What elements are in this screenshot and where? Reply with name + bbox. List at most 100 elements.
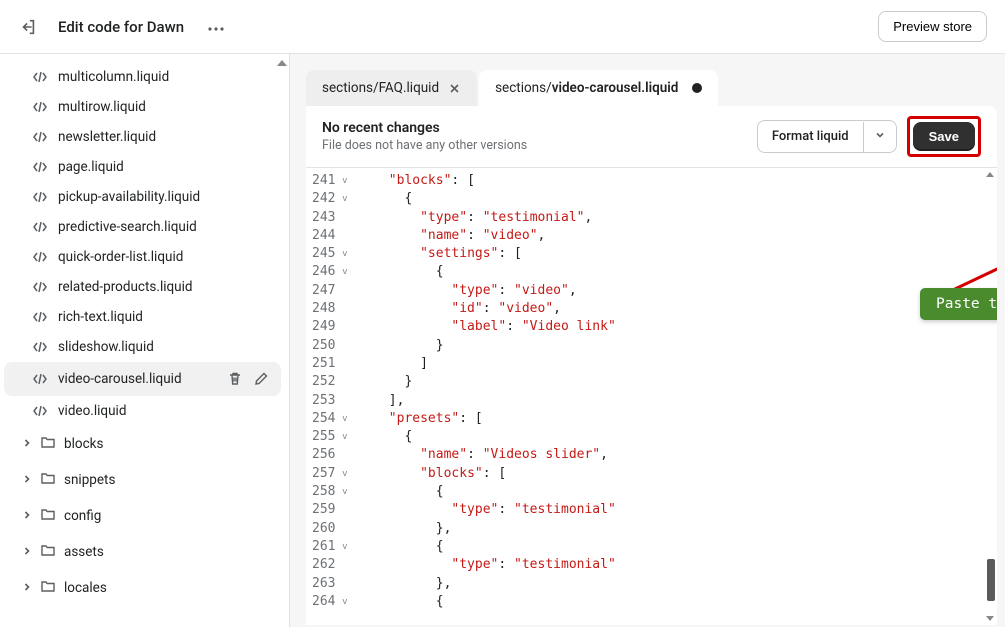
line-number: 246v bbox=[312, 263, 347, 281]
more-icon[interactable] bbox=[204, 15, 228, 39]
folder-icon bbox=[40, 542, 56, 562]
code-editor[interactable]: 241v242v243244245v246v247248249250251252… bbox=[306, 168, 997, 625]
code-line[interactable]: { bbox=[357, 263, 615, 281]
line-number: 252 bbox=[312, 373, 347, 391]
code-line[interactable]: "type": "testimonial", bbox=[357, 209, 615, 227]
line-number: 242v bbox=[312, 190, 347, 208]
line-number: 259 bbox=[312, 501, 347, 519]
code-line[interactable]: "type": "video", bbox=[357, 282, 615, 300]
code-content[interactable]: "blocks": [ { "type": "testimonial", "na… bbox=[357, 168, 615, 625]
file-name: rich-text.liquid bbox=[58, 309, 143, 325]
code-line[interactable]: "type": "testimonial" bbox=[357, 501, 615, 519]
scroll-arrow-down-icon[interactable] bbox=[986, 616, 994, 621]
sidebar-folder-snippets[interactable]: snippets bbox=[4, 462, 281, 498]
chevron-right-icon bbox=[22, 472, 32, 488]
sidebar-file-multicolumn-liquid[interactable]: multicolumn.liquid bbox=[4, 62, 281, 92]
code-line[interactable]: "name": "Videos slider", bbox=[357, 446, 615, 464]
top-bar: Edit code for Dawn Preview store bbox=[0, 0, 1005, 54]
code-icon bbox=[32, 279, 48, 295]
code-scrollbar[interactable] bbox=[985, 172, 995, 621]
code-line[interactable]: "blocks": [ bbox=[357, 172, 615, 190]
tab-label: sections/video-carousel.liquid bbox=[495, 80, 678, 96]
line-number: 254v bbox=[312, 410, 347, 428]
folder-name: blocks bbox=[64, 436, 103, 452]
code-line[interactable]: } bbox=[357, 337, 615, 355]
code-icon bbox=[32, 403, 48, 419]
sidebar-file-pickup-availability-liquid[interactable]: pickup-availability.liquid bbox=[4, 182, 281, 212]
code-line[interactable]: "name": "video", bbox=[357, 227, 615, 245]
sidebar-file-video-carousel-liquid[interactable]: video-carousel.liquid bbox=[4, 362, 281, 396]
save-button[interactable]: Save bbox=[913, 122, 975, 151]
code-line[interactable]: "label": "Video link" bbox=[357, 318, 615, 336]
preview-store-button[interactable]: Preview store bbox=[878, 11, 987, 42]
sidebar-file-related-products-liquid[interactable]: related-products.liquid bbox=[4, 272, 281, 302]
sidebar-folder-config[interactable]: config bbox=[4, 498, 281, 534]
code-line[interactable]: "settings": [ bbox=[357, 245, 615, 263]
code-icon bbox=[32, 249, 48, 265]
sidebar-file-quick-order-list-liquid[interactable]: quick-order-list.liquid bbox=[4, 242, 281, 272]
format-dropdown-icon[interactable] bbox=[863, 122, 896, 152]
line-number: 261v bbox=[312, 538, 347, 556]
delete-icon[interactable] bbox=[225, 369, 245, 389]
line-number: 258v bbox=[312, 483, 347, 501]
line-number: 253 bbox=[312, 392, 347, 410]
code-icon bbox=[32, 219, 48, 235]
scroll-up-indicator bbox=[277, 60, 287, 66]
code-icon bbox=[32, 309, 48, 325]
editor-panel: sections/FAQ.liquid sections/video-carous… bbox=[290, 54, 1005, 627]
code-line[interactable]: ] bbox=[357, 355, 615, 373]
sidebar-file-predictive-search-liquid[interactable]: predictive-search.liquid bbox=[4, 212, 281, 242]
file-sidebar[interactable]: multicolumn.liquidmultirow.liquidnewslet… bbox=[0, 54, 290, 627]
info-actions: Format liquid Save bbox=[757, 116, 981, 157]
folder-icon bbox=[40, 434, 56, 454]
sidebar-file-newsletter-liquid[interactable]: newsletter.liquid bbox=[4, 122, 281, 152]
code-line[interactable]: { bbox=[357, 593, 615, 611]
sidebar-file-rich-text-liquid[interactable]: rich-text.liquid bbox=[4, 302, 281, 332]
tab-video-carousel-liquid[interactable]: sections/video-carousel.liquid bbox=[479, 70, 718, 106]
line-number: 244 bbox=[312, 227, 347, 245]
rename-icon[interactable] bbox=[251, 369, 271, 389]
code-line[interactable]: "type": "testimonial" bbox=[357, 556, 615, 574]
code-line[interactable]: { bbox=[357, 483, 615, 501]
line-number: 248 bbox=[312, 300, 347, 318]
line-number: 247 bbox=[312, 282, 347, 300]
code-line[interactable]: ], bbox=[357, 392, 615, 410]
page-title: Edit code for Dawn bbox=[58, 18, 184, 36]
code-line[interactable]: "presets": [ bbox=[357, 410, 615, 428]
sidebar-file-multirow-liquid[interactable]: multirow.liquid bbox=[4, 92, 281, 122]
code-line[interactable]: } bbox=[357, 373, 615, 391]
format-label[interactable]: Format liquid bbox=[758, 121, 863, 152]
sidebar-folder-blocks[interactable]: blocks bbox=[4, 426, 281, 462]
sidebar-folder-assets[interactable]: assets bbox=[4, 534, 281, 570]
file-name: pickup-availability.liquid bbox=[58, 189, 200, 205]
scroll-arrow-up-icon[interactable] bbox=[986, 172, 994, 177]
tab-FAQ-liquid[interactable]: sections/FAQ.liquid bbox=[306, 70, 477, 106]
code-line[interactable]: }, bbox=[357, 575, 615, 593]
code-line[interactable]: "blocks": [ bbox=[357, 465, 615, 483]
scroll-thumb[interactable] bbox=[987, 559, 995, 601]
sidebar-folder-locales[interactable]: locales bbox=[4, 570, 281, 606]
file-name: video-carousel.liquid bbox=[58, 371, 182, 387]
code-icon bbox=[32, 69, 48, 85]
exit-icon[interactable] bbox=[18, 17, 38, 37]
code-line[interactable]: }, bbox=[357, 520, 615, 538]
close-tab-icon[interactable] bbox=[449, 82, 461, 94]
code-line[interactable]: { bbox=[357, 190, 615, 208]
file-name: slideshow.liquid bbox=[58, 339, 154, 355]
sidebar-file-page-liquid[interactable]: page.liquid bbox=[4, 152, 281, 182]
chevron-right-icon bbox=[22, 544, 32, 560]
format-liquid-button[interactable]: Format liquid bbox=[757, 120, 897, 153]
sidebar-file-slideshow-liquid[interactable]: slideshow.liquid bbox=[4, 332, 281, 362]
sidebar-file-video-liquid[interactable]: video.liquid bbox=[4, 396, 281, 426]
folder-name: config bbox=[64, 508, 101, 524]
line-number: 257v bbox=[312, 465, 347, 483]
code-icon bbox=[32, 129, 48, 145]
line-number-gutter: 241v242v243244245v246v247248249250251252… bbox=[306, 168, 357, 625]
folder-name: locales bbox=[64, 580, 107, 596]
code-line[interactable]: { bbox=[357, 538, 615, 556]
info-title: No recent changes bbox=[322, 120, 527, 136]
folder-icon bbox=[40, 578, 56, 598]
code-line[interactable]: { bbox=[357, 428, 615, 446]
code-line[interactable]: "id": "video", bbox=[357, 300, 615, 318]
line-number: 262 bbox=[312, 556, 347, 574]
